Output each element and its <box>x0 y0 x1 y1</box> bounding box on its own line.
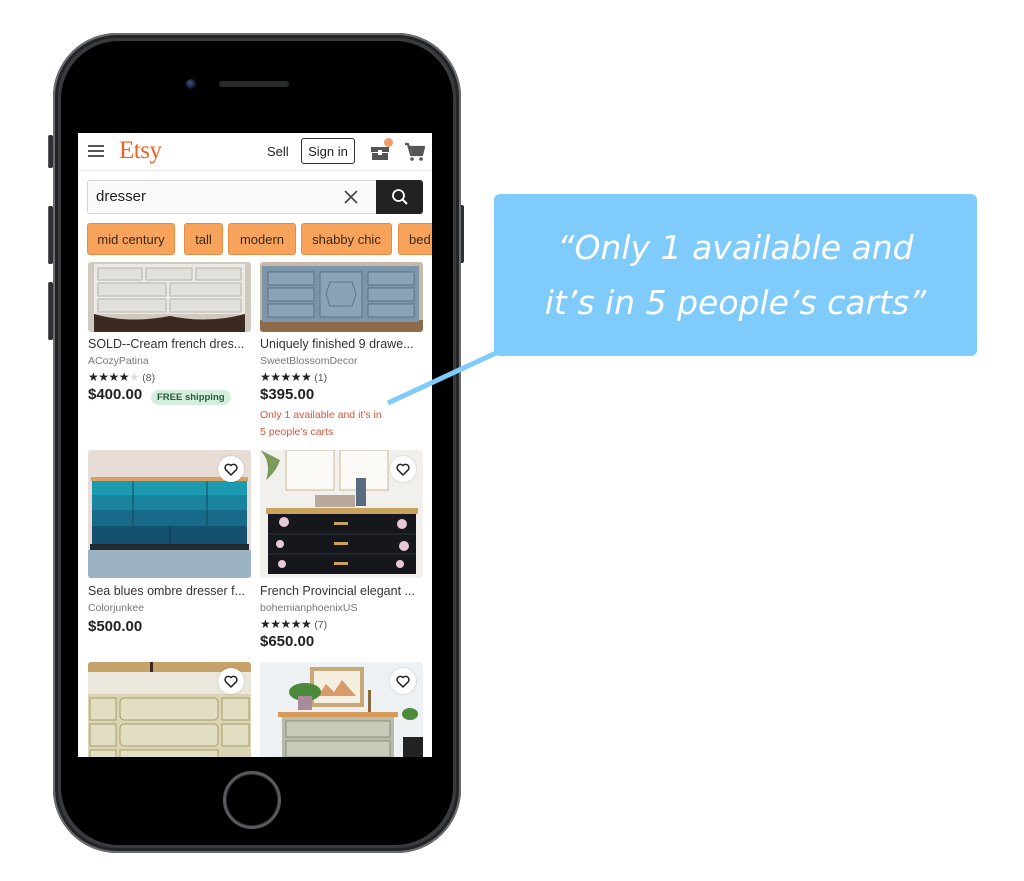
phone-screen: Etsy Sell Sign in dresser mid century ta… <box>78 133 432 757</box>
shop-name[interactable]: SweetBlossomDecor <box>260 355 357 367</box>
star-rating: ★★★★★ (8) <box>88 370 156 384</box>
close-icon[interactable] <box>344 190 358 204</box>
scarcity-line-2: 5 people's carts <box>260 426 334 438</box>
hamburger-icon[interactable] <box>88 145 104 157</box>
listing-title[interactable]: SOLD--Cream french dres... <box>88 337 244 351</box>
annotation-callout: “Only 1 available and it’s in 5 people’s… <box>494 194 977 356</box>
search-icon <box>391 189 408 205</box>
listing-title[interactable]: Uniquely finished 9 drawe... <box>260 337 414 351</box>
top-navigation-bar: Etsy Sell Sign in <box>78 133 432 171</box>
front-camera <box>186 79 196 89</box>
favorite-button[interactable] <box>218 456 244 482</box>
listing-price: $395.00 <box>260 386 315 403</box>
heart-icon <box>396 463 410 476</box>
chip-tall[interactable]: tall <box>184 223 223 255</box>
chip-mid-century[interactable]: mid century <box>87 223 175 255</box>
listing-image[interactable] <box>260 262 423 332</box>
chip-modern[interactable]: modern <box>228 223 296 255</box>
cart-icon[interactable] <box>404 142 426 162</box>
scarcity-line-1: Only 1 available and it's in <box>260 409 382 421</box>
earpiece-speaker <box>219 81 289 87</box>
callout-line-2: it’s in 5 people’s carts” <box>544 283 927 322</box>
notification-badge <box>384 138 393 147</box>
heart-icon <box>224 463 238 476</box>
listing-image[interactable] <box>88 262 251 332</box>
chip-shabby-chic[interactable]: shabby chic <box>301 223 392 255</box>
listing-price: $500.00 <box>88 618 143 635</box>
callout-line-1: “Only 1 available and <box>557 228 914 267</box>
favorite-button[interactable] <box>390 456 416 482</box>
listing-title[interactable]: Sea blues ombre dresser f... <box>88 584 245 598</box>
shop-name[interactable]: Colorjunkee <box>88 602 144 614</box>
shop-name[interactable]: bohemianphoenixUS <box>260 602 357 614</box>
star-rating: ★★★★★ (7) <box>260 617 328 631</box>
search-input[interactable]: dresser <box>87 180 376 214</box>
listing-price: $400.00 <box>88 386 143 403</box>
listing-title[interactable]: French Provincial elegant ... <box>260 584 415 598</box>
listing-price: $650.00 <box>260 633 315 650</box>
sign-in-button[interactable]: Sign in <box>301 138 355 164</box>
star-rating: ★★★★★ (1) <box>260 370 328 384</box>
free-shipping-badge: FREE shipping <box>151 390 231 405</box>
shop-name[interactable]: ACozyPatina <box>88 355 149 367</box>
search-bar: dresser <box>87 180 423 214</box>
sell-link[interactable]: Sell <box>267 144 289 159</box>
home-button[interactable] <box>223 771 281 829</box>
favorite-button[interactable] <box>218 668 244 694</box>
favorite-button[interactable] <box>390 668 416 694</box>
chip-bed[interactable]: bed <box>398 223 432 255</box>
heart-icon <box>396 675 410 688</box>
search-button[interactable] <box>376 180 423 214</box>
scarcity-message: Only 1 available and it's in 5 people's … <box>260 407 420 441</box>
etsy-logo[interactable]: Etsy <box>119 137 162 165</box>
heart-icon <box>224 675 238 688</box>
